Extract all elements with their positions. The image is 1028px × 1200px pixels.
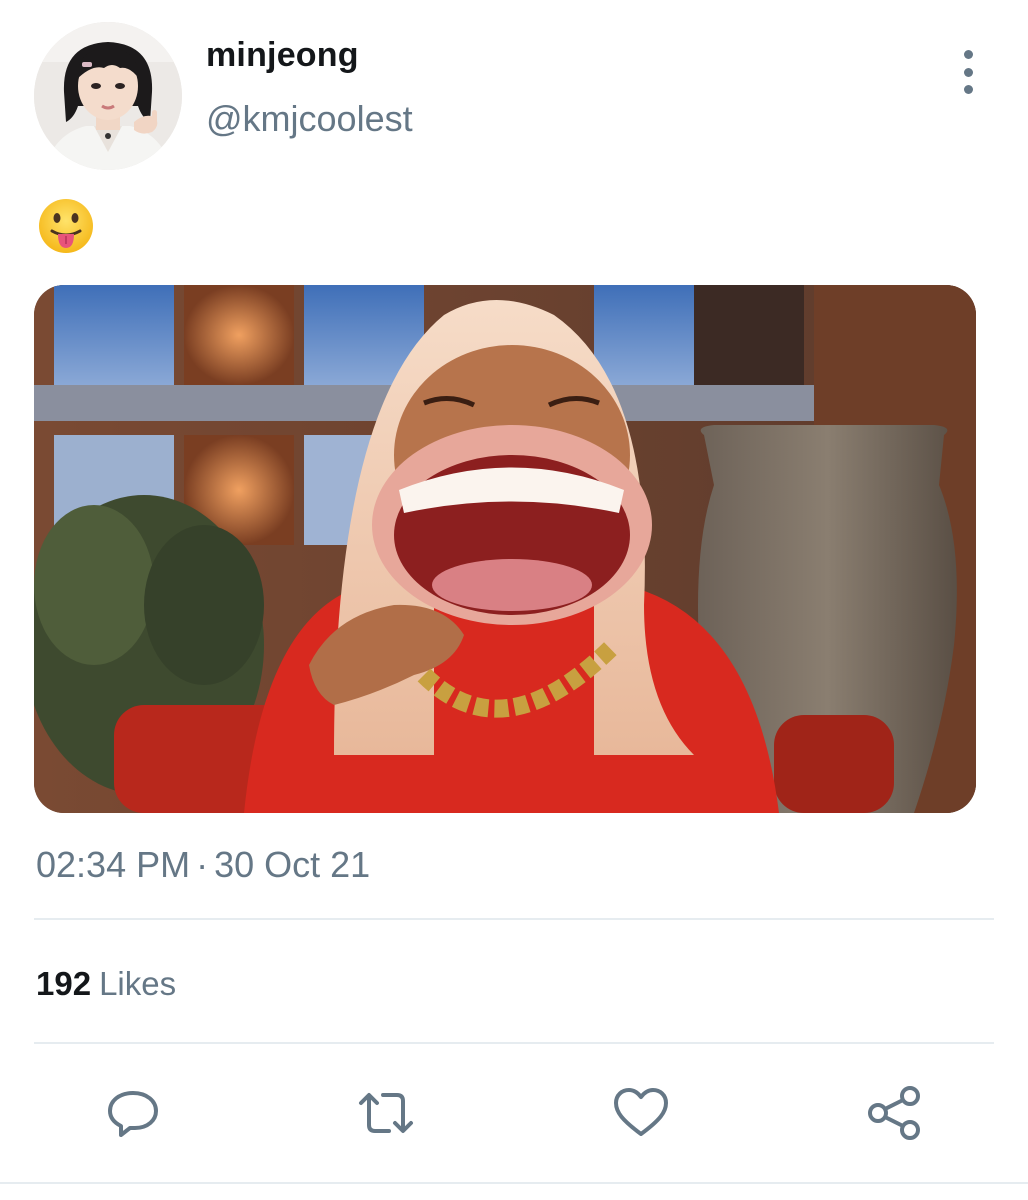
likes-count: 192 bbox=[36, 965, 92, 1002]
more-options-button[interactable] bbox=[950, 50, 986, 94]
divider bbox=[34, 1042, 994, 1044]
bottom-divider bbox=[0, 1182, 1028, 1184]
avatar[interactable] bbox=[34, 22, 182, 170]
heart-icon bbox=[614, 1088, 668, 1136]
divider bbox=[34, 918, 994, 920]
share-button[interactable] bbox=[864, 1082, 926, 1144]
likes-label: Likes bbox=[99, 965, 177, 1002]
tongue-out-emoji-icon bbox=[39, 199, 93, 253]
reply-button[interactable] bbox=[102, 1082, 164, 1144]
more-icon-dot bbox=[963, 67, 973, 77]
likes-stat[interactable]: 192 Likes bbox=[36, 965, 176, 1003]
timestamp-separator: · bbox=[196, 844, 209, 885]
tweet-text bbox=[36, 196, 96, 256]
display-name[interactable]: minjeong bbox=[206, 36, 359, 75]
tweet-time: 02:34 PM bbox=[36, 844, 191, 885]
user-handle[interactable]: @kmjcoolest bbox=[206, 98, 413, 140]
more-icon-dot bbox=[963, 85, 973, 94]
share-icon bbox=[868, 1086, 920, 1140]
tweet-date: 30 Oct 21 bbox=[214, 844, 371, 885]
tweet-timestamp: 02:34 PM · 30 Oct 21 bbox=[36, 844, 370, 886]
comment-icon bbox=[108, 1091, 158, 1137]
tweet-media-photo[interactable] bbox=[34, 285, 976, 813]
more-icon bbox=[963, 50, 973, 59]
retweet-icon bbox=[359, 1093, 413, 1133]
like-button[interactable] bbox=[610, 1082, 672, 1144]
retweet-button[interactable] bbox=[355, 1082, 417, 1144]
